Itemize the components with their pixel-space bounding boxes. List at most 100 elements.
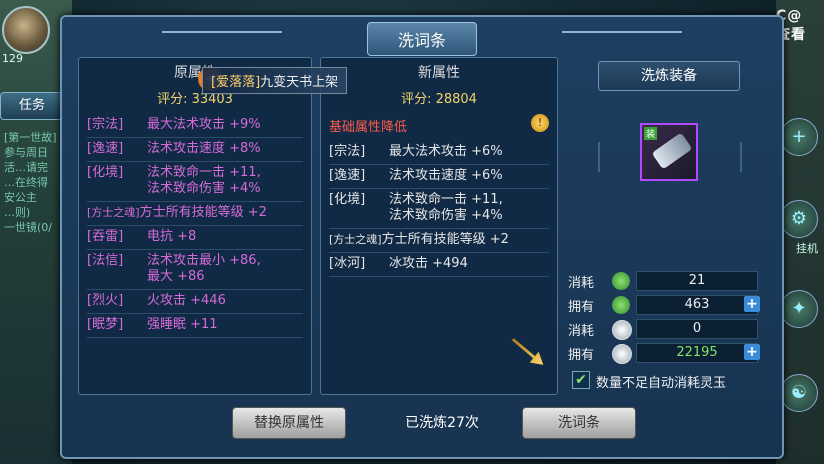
new-score: 评分: 28804: [321, 88, 557, 107]
task-tab[interactable]: 任务: [0, 92, 64, 120]
equip-header: 洗炼装备: [598, 61, 740, 91]
attr-row: [方士之魂] 方士所有技能等级 +2: [87, 202, 303, 226]
cost-rows: 消耗 21 拥有 463 + 消耗 0 拥有 22195 + ✔ 数量不足自动消…: [568, 269, 760, 393]
attr-row: [烈火] 火攻击 +446: [87, 290, 303, 314]
attr-row: [逸速] 法术攻击速度 +8%: [87, 138, 303, 162]
new-header: 新属性: [418, 65, 460, 81]
score-value: 28804: [435, 92, 477, 107]
equip-slot[interactable]: 装: [640, 123, 698, 181]
dialog-title: 洗词条: [366, 22, 477, 56]
coin-icon: [612, 344, 632, 364]
score-label: 评分:: [157, 92, 192, 107]
attr-row: [冰河] 冰攻击 +494: [329, 253, 549, 277]
warning-text: 基础属性降低 !: [329, 114, 549, 141]
attr-row: [化境] 法术致命一击 +11, 法术致命伤害 +4%: [87, 162, 303, 202]
cost-row: 消耗 0: [568, 317, 758, 341]
attr-tag: [逸速]: [87, 141, 124, 156]
attr-value: 最大法术攻击 +6%: [389, 144, 503, 159]
auto-consume-row[interactable]: ✔ 数量不足自动消耗灵玉: [568, 369, 758, 393]
attr-value: 火攻击 +446: [147, 293, 226, 308]
cost-value: 22195: [636, 343, 758, 363]
cost-row: 消耗 21: [568, 269, 758, 293]
attr-tag: [冰河]: [329, 256, 366, 271]
coin-icon: [612, 320, 632, 340]
wash-dialog: 洗词条 原属性 评分: 33403 [宗法] 最大法术攻击 +9% [逸速] 法术攻…: [60, 15, 784, 459]
attr-value: 法术致命一击 +11, 法术致命伤害 +4%: [147, 165, 261, 196]
title-decoration: [562, 31, 682, 33]
attr-tag: [方士之魂]: [87, 206, 140, 219]
cost-label: 消耗: [568, 276, 595, 291]
auto-consume-checkbox[interactable]: ✔: [572, 371, 590, 389]
attr-value: 法术攻击最小 +86, 最大 +86: [147, 253, 261, 284]
equip-frame: 装: [598, 117, 742, 197]
attr-value: 方士所有技能等级 +2: [139, 205, 267, 220]
task-line: 参与周日: [4, 146, 48, 159]
cost-value: 21: [636, 271, 758, 291]
add-jade-button[interactable]: +: [744, 296, 760, 312]
attr-value: 最大法术攻击 +9%: [147, 117, 261, 132]
cost-label: 拥有: [568, 300, 595, 315]
info-icon[interactable]: !: [531, 114, 549, 132]
attr-row: [眠梦] 强睡眠 +11: [87, 314, 303, 338]
attr-tag: [眠梦]: [87, 317, 124, 332]
title-bar: 洗词条: [62, 17, 782, 57]
cost-label: 拥有: [568, 348, 595, 363]
cost-value: 463: [636, 295, 758, 315]
attr-row: [逸速] 法术攻击速度 +6%: [329, 165, 549, 189]
attr-value: 方士所有技能等级 +2: [381, 232, 509, 247]
robot-icon[interactable]: ⚙: [780, 200, 818, 238]
attr-tag: [法信]: [87, 253, 124, 268]
score-value: 33403: [191, 92, 233, 107]
attr-tag: [吞雷]: [87, 229, 124, 244]
attr-tag: [烈火]: [87, 293, 124, 308]
attr-row: [宗法] 最大法术攻击 +6%: [329, 141, 549, 165]
jade-icon: [612, 272, 630, 290]
auto-consume-label: 数量不足自动消耗灵玉: [596, 376, 727, 391]
new-attr-list: 基础属性降低 ! [宗法] 最大法术攻击 +6% [逸速] 法术攻击速度 +6% […: [329, 114, 549, 277]
weapon-icon: [651, 132, 693, 170]
task-list: [第一世故] 参与周日 活…请完 …在终得 安公主 …则) 一世镜(0/: [4, 130, 68, 235]
cost-label: 消耗: [568, 324, 595, 339]
player-level: 129: [2, 52, 23, 65]
broadcast-notice: [爱落落]九变天书上架: [202, 67, 348, 94]
score-label: 评分:: [401, 92, 436, 107]
attr-tag: [方士之魂]: [329, 233, 382, 246]
attr-tag: [宗法]: [87, 117, 124, 132]
attr-tag: [逸速]: [329, 168, 366, 183]
jade-icon: [612, 296, 630, 314]
attr-tag: [宗法]: [329, 144, 366, 159]
skill-icon[interactable]: ✦: [780, 290, 818, 328]
attr-value: 电抗 +8: [147, 229, 197, 244]
auto-label: 挂机: [796, 242, 818, 255]
task-line: [第一世故]: [4, 131, 57, 144]
attr-value: 冰攻击 +494: [389, 256, 468, 271]
portrait-icon[interactable]: ☯: [780, 374, 818, 412]
attr-row: [宗法] 最大法术攻击 +9%: [87, 114, 303, 138]
attr-tag: [化境]: [87, 165, 124, 180]
equipment-panel: 洗炼装备 装 消耗 21 拥有 463 + 消耗 0 拥有 22195 + ✔ …: [568, 57, 770, 393]
task-line: 安公主: [4, 191, 37, 204]
cost-value: 0: [636, 319, 758, 339]
new-attributes-panel: 新属性 评分: 28804 基础属性降低 ! [宗法] 最大法术攻击 +6% [逸…: [320, 57, 558, 395]
original-attributes-panel: 原属性 评分: 33403 [宗法] 最大法术攻击 +9% [逸速] 法术攻击速度 …: [78, 57, 312, 395]
add-icon[interactable]: +: [780, 118, 818, 156]
player-avatar[interactable]: [2, 6, 50, 54]
wash-button[interactable]: 洗词条: [522, 407, 636, 439]
task-line: …则): [4, 206, 31, 219]
replace-attributes-button[interactable]: 替换原属性: [232, 407, 346, 439]
task-line: 一世镜(0/: [4, 221, 52, 234]
notice-name: [爱落落]: [211, 75, 261, 90]
attr-value: 法术攻击速度 +8%: [147, 141, 261, 156]
warning-label: 基础属性降低: [329, 120, 408, 135]
cost-row: 拥有 22195 +: [568, 341, 760, 365]
notice-text: 九变天书上架: [260, 75, 339, 90]
task-line: 活…请完: [4, 161, 48, 174]
cost-row: 拥有 463 +: [568, 293, 760, 317]
attr-row: [法信] 法术攻击最小 +86, 最大 +86: [87, 250, 303, 290]
attr-row: [化境] 法术致命一击 +11, 法术致命伤害 +4%: [329, 189, 549, 229]
title-decoration: [162, 31, 282, 33]
attr-value: 法术致命一击 +11, 法术致命伤害 +4%: [389, 192, 503, 223]
attr-tag: [化境]: [329, 192, 366, 207]
add-coin-button[interactable]: +: [744, 344, 760, 360]
original-attr-list: [宗法] 最大法术攻击 +9% [逸速] 法术攻击速度 +8% [化境] 法术致命一击…: [87, 114, 303, 338]
